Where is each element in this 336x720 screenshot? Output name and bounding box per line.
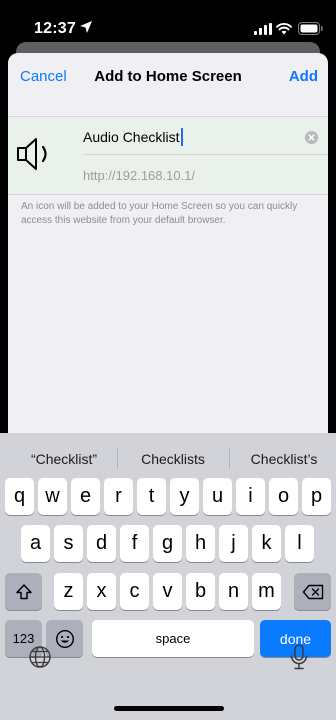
suggestion-divider xyxy=(117,447,118,469)
key-p[interactable]: p xyxy=(302,478,331,515)
shift-key[interactable] xyxy=(5,573,42,610)
microphone-icon[interactable] xyxy=(289,643,309,671)
home-indicator xyxy=(114,706,224,711)
cellular-signal-icon xyxy=(254,23,272,35)
key-g[interactable]: g xyxy=(153,525,182,562)
shift-icon xyxy=(15,583,32,599)
key-h[interactable]: h xyxy=(186,525,215,562)
key-s[interactable]: s xyxy=(54,525,83,562)
delete-key[interactable] xyxy=(294,573,331,610)
key-q[interactable]: q xyxy=(5,478,34,515)
suggestion-item[interactable]: “Checklist” xyxy=(14,451,114,467)
backspace-icon xyxy=(302,584,323,599)
status-time: 12:37 xyxy=(34,20,76,37)
clear-text-icon[interactable] xyxy=(305,131,318,144)
key-w[interactable]: w xyxy=(38,478,67,515)
key-v[interactable]: v xyxy=(153,573,182,610)
sheet-title: Add to Home Screen xyxy=(94,68,242,85)
battery-icon xyxy=(298,22,323,35)
add-button[interactable]: Add xyxy=(289,68,318,85)
suggestion-divider xyxy=(229,447,230,469)
key-c[interactable]: c xyxy=(120,573,149,610)
suggestion-item[interactable]: Checklist’s xyxy=(234,451,334,467)
shortcut-card: Audio Checklist http://192.168.10.1/ xyxy=(8,116,328,195)
speaker-icon xyxy=(17,138,47,170)
status-bar: 12:37 xyxy=(0,0,336,44)
globe-icon[interactable] xyxy=(27,644,53,670)
shortcut-name-text: Audio Checklist xyxy=(83,129,180,145)
key-y[interactable]: y xyxy=(170,478,199,515)
sheet-nav-bar: Cancel Add to Home Screen Add xyxy=(8,53,328,105)
key-f[interactable]: f xyxy=(120,525,149,562)
key-z[interactable]: z xyxy=(54,573,83,610)
field-divider xyxy=(83,154,328,155)
key-u[interactable]: u xyxy=(203,478,232,515)
key-a[interactable]: a xyxy=(21,525,50,562)
key-t[interactable]: t xyxy=(137,478,166,515)
key-e[interactable]: e xyxy=(71,478,100,515)
key-i[interactable]: i xyxy=(236,478,265,515)
space-key[interactable]: space xyxy=(92,620,254,657)
emoji-icon xyxy=(55,629,74,648)
shortcut-name-input[interactable]: Audio Checklist xyxy=(83,128,183,146)
key-b[interactable]: b xyxy=(186,573,215,610)
suggestion-bar: “Checklist” Checklists Checklist’s xyxy=(0,433,336,483)
key-o[interactable]: o xyxy=(269,478,298,515)
key-x[interactable]: x xyxy=(87,573,116,610)
wifi-icon xyxy=(276,22,292,35)
key-j[interactable]: j xyxy=(219,525,248,562)
key-l[interactable]: l xyxy=(285,525,314,562)
key-k[interactable]: k xyxy=(252,525,281,562)
key-n[interactable]: n xyxy=(219,573,248,610)
location-arrow-icon xyxy=(80,21,92,33)
keyboard: “Checklist” Checklists Checklist’s q w e… xyxy=(0,433,336,720)
key-r[interactable]: r xyxy=(104,478,133,515)
shortcut-url: http://192.168.10.1/ xyxy=(83,168,196,183)
suggestion-item[interactable]: Checklists xyxy=(123,451,223,467)
helper-text: An icon will be added to your Home Scree… xyxy=(21,201,298,226)
text-cursor xyxy=(180,128,183,146)
key-d[interactable]: d xyxy=(87,525,116,562)
key-m[interactable]: m xyxy=(252,573,281,610)
